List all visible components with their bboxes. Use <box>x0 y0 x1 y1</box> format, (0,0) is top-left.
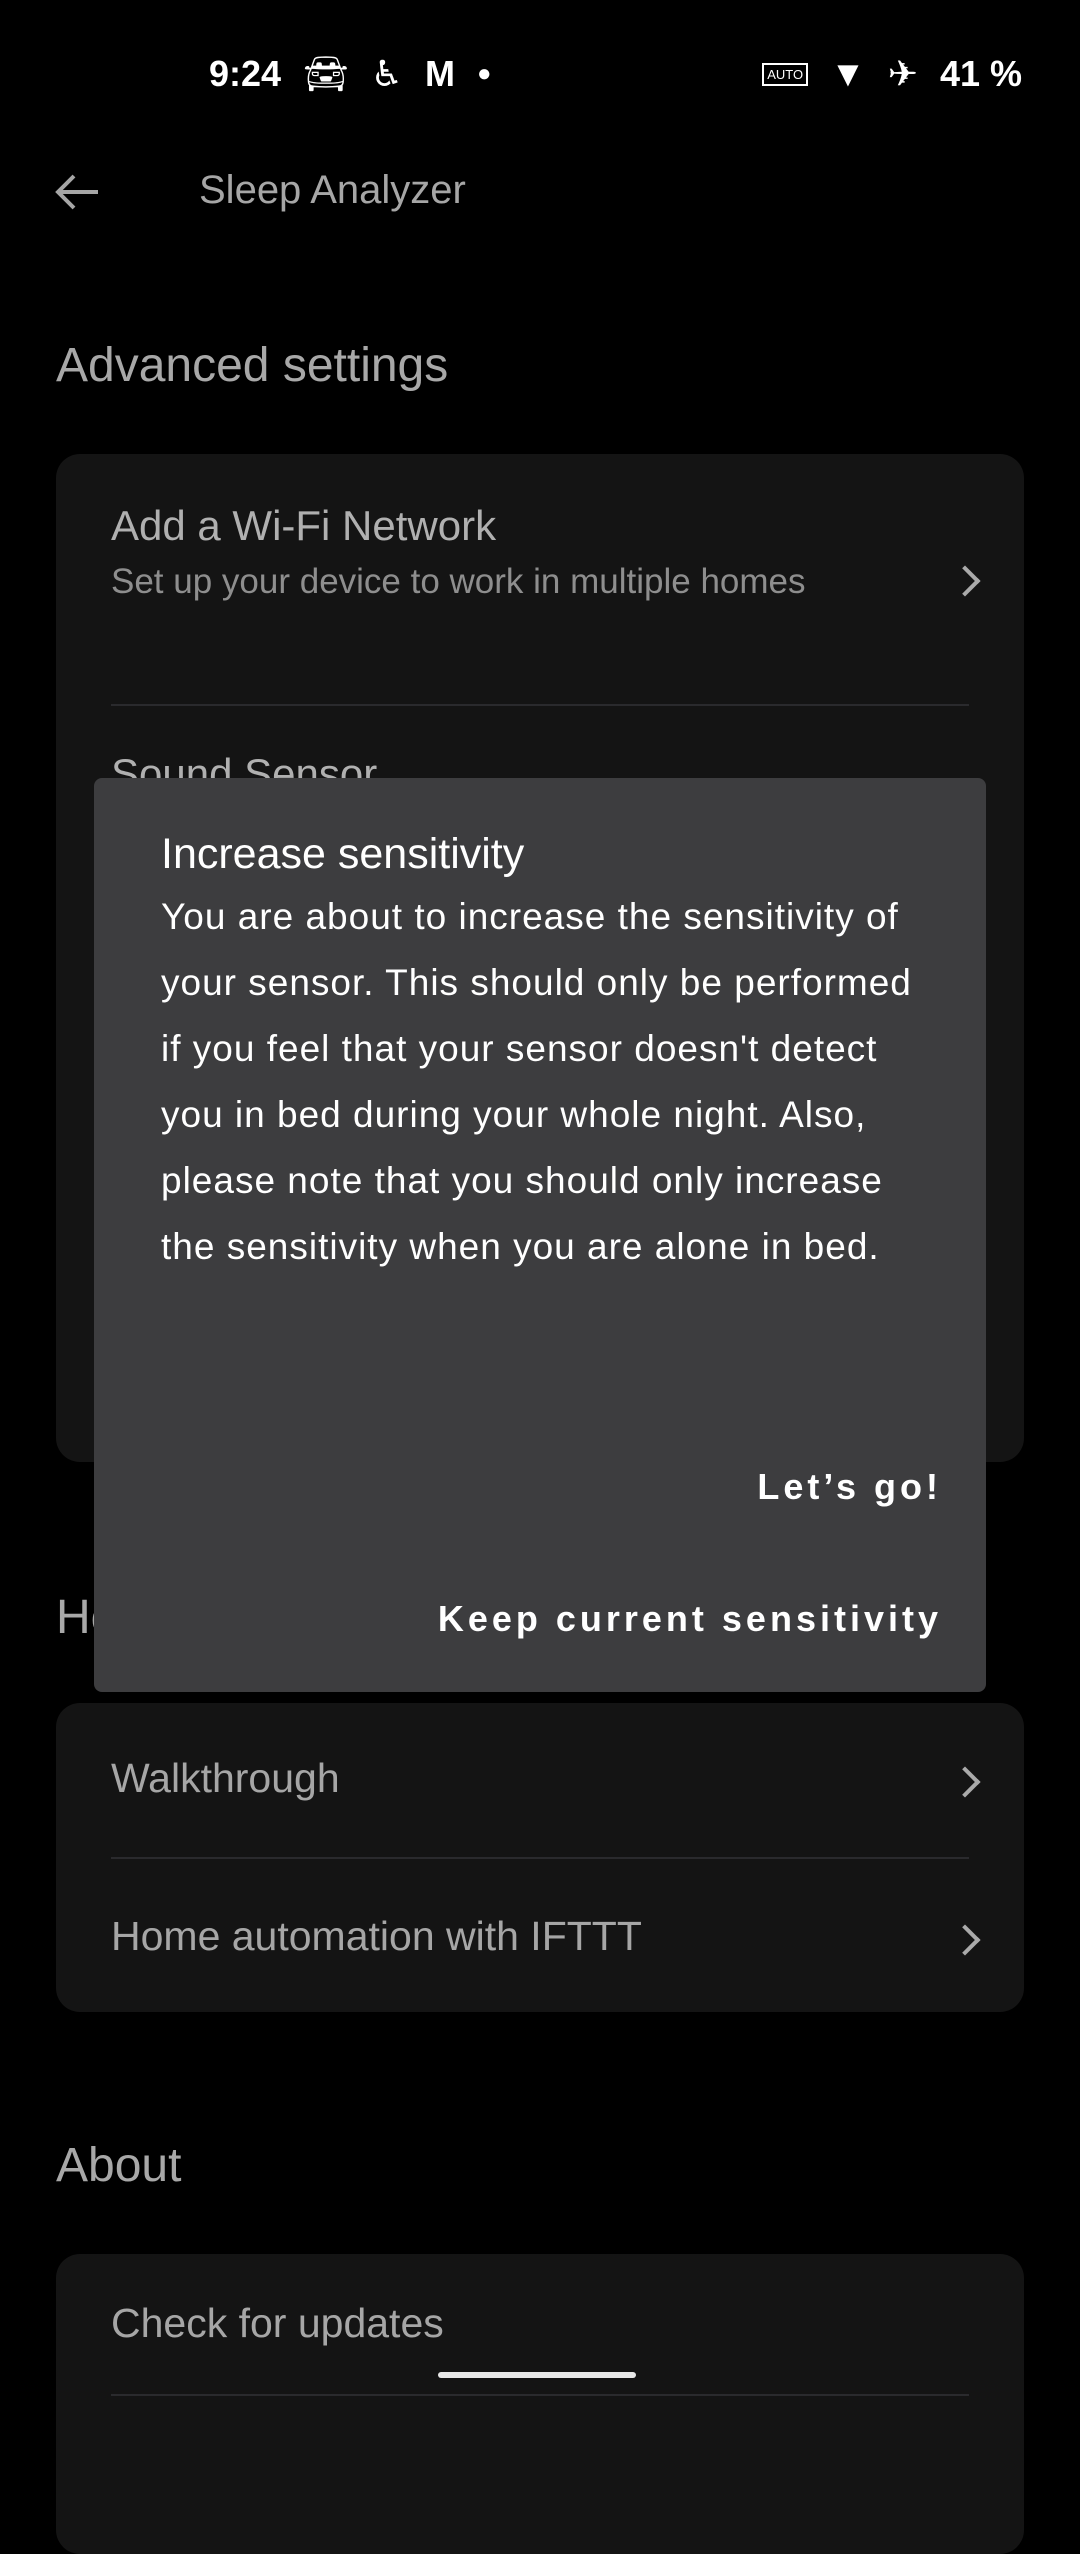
status-bar-right: AUTO ▼ ✈︎ 41 % <box>762 50 1022 98</box>
list-item-subtitle: Set up your device to work in multiple h… <box>111 562 806 601</box>
auto-hz-icon: AUTO <box>762 62 809 86</box>
lets-go-button[interactable]: Let’s go! <box>757 1466 942 1508</box>
back-button[interactable] <box>50 168 106 216</box>
battery-text: 41 % <box>939 53 1022 94</box>
help-card: Walkthrough Home automation with IFTTT <box>56 1703 1024 2012</box>
chevron-right-icon <box>949 1766 981 1798</box>
gmail-icon: M <box>425 53 456 94</box>
list-item-walkthrough[interactable]: Walkthrough <box>56 1703 1024 1857</box>
list-item-ifttt[interactable]: Home automation with IFTTT <box>56 1859 1024 2012</box>
divider <box>111 704 969 706</box>
about-heading: About <box>56 2139 182 2192</box>
page-title: Sleep Analyzer <box>199 168 466 212</box>
arrow-left-icon <box>55 174 98 210</box>
list-item-title: Add a Wi-Fi Network <box>111 502 497 549</box>
airplane-icon: ✈︎ <box>887 53 918 94</box>
home-indicator[interactable] <box>438 2372 636 2378</box>
car-icon: 🚘︎ <box>303 53 349 94</box>
about-card: Check for updates <box>56 2254 1024 2554</box>
advanced-settings-heading: Advanced settings <box>56 339 449 392</box>
chevron-right-icon <box>949 565 981 597</box>
chevron-right-icon <box>949 1924 981 1956</box>
status-time: 9:24 <box>209 53 282 94</box>
wifi-icon: ▼ <box>830 53 866 94</box>
dialog-title: Increase sensitivity <box>161 830 525 878</box>
list-item-title: Walkthrough <box>111 1755 340 1801</box>
status-bar-left: 9:24 🚘︎ ♿︎ M ● <box>209 50 492 98</box>
list-item-add-wifi[interactable]: Add a Wi-Fi Network Set up your device t… <box>56 454 1024 704</box>
increase-sensitivity-dialog: Increase sensitivity You are about to in… <box>94 778 986 1692</box>
keep-current-sensitivity-button[interactable]: Keep current sensitivity <box>438 1598 942 1640</box>
dot-icon: ● <box>477 60 492 87</box>
dialog-message: You are about to increase the sensitivit… <box>161 896 912 1267</box>
divider <box>111 2394 969 2396</box>
list-item-title: Check for updates <box>111 2300 444 2346</box>
accessibility-icon: ♿︎ <box>370 53 404 94</box>
list-item-title: Home automation with IFTTT <box>111 1913 642 1959</box>
